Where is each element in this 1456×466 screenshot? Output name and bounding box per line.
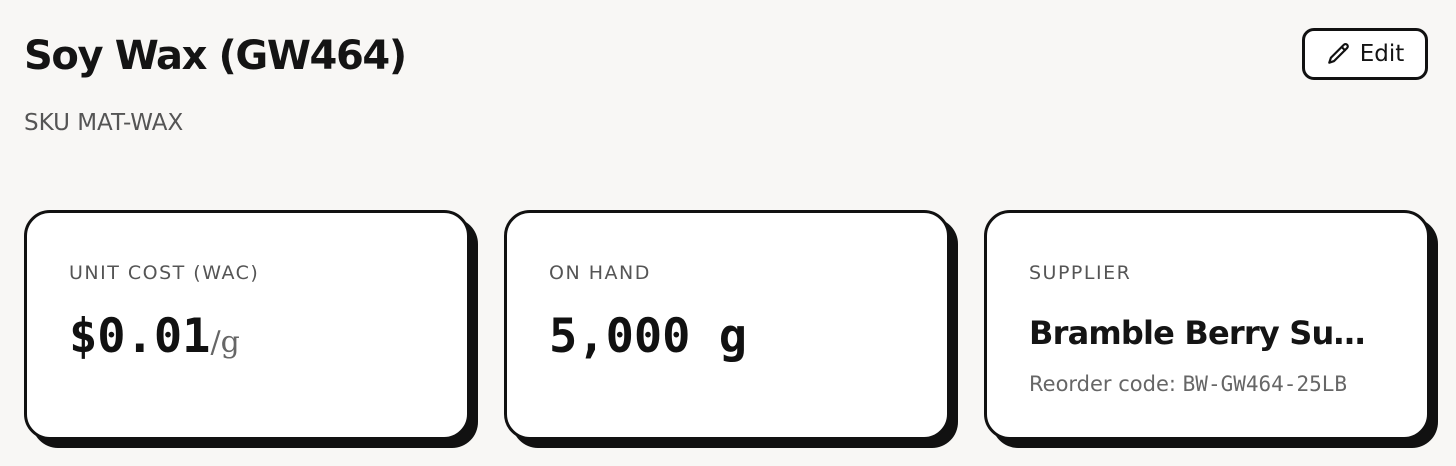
on-hand-value: 5,000 g <box>549 309 748 364</box>
on-hand-label: ON HAND <box>549 262 651 284</box>
supplier-card: SUPPLIER Bramble Berry Suppl... Reorder … <box>984 210 1430 440</box>
reorder-code-value: BW-GW464-25LB <box>1182 372 1348 396</box>
unit-cost-label: UNIT COST (WAC) <box>69 262 260 284</box>
edit-button-label: Edit <box>1359 41 1405 67</box>
unit-cost-card: UNIT COST (WAC) $0.01/g <box>24 210 470 440</box>
unit-cost-value: $0.01 <box>69 309 211 364</box>
supplier-name: Bramble Berry Suppl... <box>1029 314 1385 352</box>
reorder-code-label: Reorder code: <box>1029 372 1176 396</box>
pencil-icon <box>1326 41 1352 67</box>
unit-cost-value-row: $0.01/g <box>69 311 425 369</box>
sku-label: SKU MAT-WAX <box>24 110 184 136</box>
edit-button[interactable]: Edit <box>1302 28 1428 80</box>
reorder-code-row: Reorder code: BW-GW464-25LB <box>1029 371 1385 397</box>
on-hand-card: ON HAND 5,000 g <box>504 210 950 440</box>
page-title: Soy Wax (GW464) <box>24 33 407 79</box>
supplier-label: SUPPLIER <box>1029 262 1132 284</box>
unit-cost-unit: /g <box>210 325 240 360</box>
